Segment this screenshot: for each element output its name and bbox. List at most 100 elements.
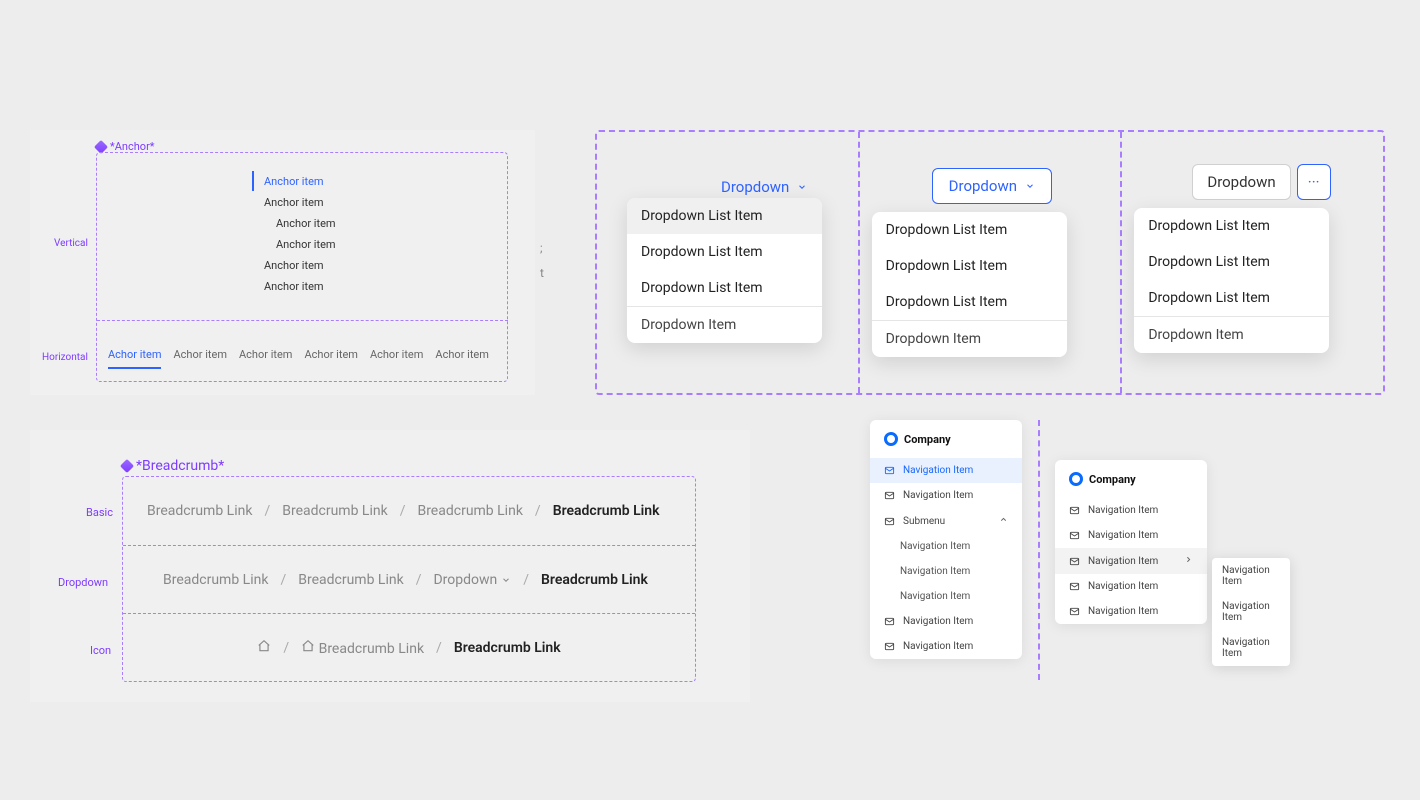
navigation-item[interactable]: Navigation Item — [1055, 498, 1207, 523]
brand-icon — [1069, 472, 1083, 486]
navigation-item[interactable]: Navigation Item — [1055, 548, 1207, 574]
breadcrumb-dropdown[interactable]: Dropdown — [433, 572, 511, 588]
navigation-item-label: Navigation Item — [1088, 556, 1158, 567]
anchor-vertical-item[interactable]: Anchor item — [252, 255, 336, 275]
anchor-vertical-item[interactable]: Anchor item — [252, 192, 336, 212]
navigation-brand[interactable]: Company — [870, 420, 1022, 458]
anchor-vertical-item[interactable]: Anchor item — [252, 171, 336, 191]
mail-icon — [884, 490, 895, 501]
dropdown-menu-item[interactable]: Dropdown List Item — [1134, 244, 1329, 280]
anchor-horizontal-item[interactable]: Achor item — [435, 348, 488, 369]
breadcrumb-link[interactable]: Breadcrumb Link — [163, 572, 268, 588]
home-icon — [301, 639, 315, 653]
breadcrumb-separator: / — [280, 572, 286, 588]
breadcrumb-separator: / — [535, 503, 541, 519]
breadcrumb-home[interactable] — [257, 639, 271, 657]
dropdown-trigger-more[interactable]: ··· — [1297, 164, 1331, 200]
breadcrumb-current: Breadcrumb Link — [541, 572, 648, 588]
dropdown-menu-item[interactable]: Dropdown List Item — [1134, 208, 1329, 244]
dropdown-cell-outline: Dropdown Dropdown List ItemDropdown List… — [860, 132, 1123, 393]
dropdown-menu-item[interactable]: Dropdown List Item — [627, 270, 822, 306]
anchor-vertical-item[interactable]: Anchor item — [252, 213, 336, 233]
breadcrumb-separator: / — [264, 503, 270, 519]
dropdown-trigger-text[interactable]: Dropdown — [721, 178, 807, 196]
navigation-flyout-item[interactable]: Navigation Item — [1212, 594, 1290, 630]
chevron-up-icon — [999, 515, 1008, 527]
navigation-flyout-item[interactable]: Navigation Item — [1212, 630, 1290, 666]
navigation-item[interactable]: Navigation Item — [870, 634, 1022, 659]
anchor-horizontal-item[interactable]: Achor item — [173, 348, 226, 369]
chevron-down-icon — [1025, 181, 1035, 191]
navigation-items: Navigation Item Navigation Item Navigation… — [1055, 498, 1207, 624]
component-icon — [120, 459, 134, 473]
navigation-item[interactable]: Navigation Item — [870, 483, 1022, 508]
dropdown-cell-split: Dropdown ··· Dropdown List ItemDropdown … — [1122, 132, 1383, 393]
breadcrumb-panel: *Breadcrumb* Basic Dropdown Icon Breadcr… — [30, 430, 750, 702]
dropdown-menu-footer-item[interactable]: Dropdown Item — [627, 307, 822, 343]
breadcrumb-link[interactable]: Breadcrumb Link — [298, 572, 403, 588]
ghost-char-1: ; — [540, 241, 543, 255]
breadcrumb-link[interactable]: Breadcrumb Link — [147, 503, 252, 519]
breadcrumb-row-icon: / Breadcrumb Link/Breadcrumb Link — [123, 613, 695, 681]
navigation-item-label: Navigation Item — [903, 641, 973, 652]
dropdown-menu-item[interactable]: Dropdown List Item — [627, 234, 822, 270]
mail-icon — [1069, 606, 1080, 617]
navigation-item-label: Navigation Item — [903, 490, 973, 501]
home-icon — [257, 639, 271, 653]
dropdown-menu-item[interactable]: Dropdown List Item — [627, 198, 822, 234]
breadcrumb-link[interactable]: Breadcrumb Link — [282, 503, 387, 519]
chevron-down-icon — [501, 575, 511, 585]
dropdown-menu-item[interactable]: Dropdown List Item — [1134, 280, 1329, 316]
navigation-item-label: Navigation Item — [1088, 530, 1158, 541]
breadcrumb-link[interactable]: Breadcrumb Link — [417, 503, 522, 519]
breadcrumb-link[interactable]: Breadcrumb Link — [301, 639, 424, 657]
breadcrumb-row-label-dropdown: Dropdown — [58, 576, 108, 589]
anchor-vertical-item[interactable]: Anchor item — [252, 234, 336, 254]
navigation-item[interactable]: Navigation Item — [1055, 523, 1207, 548]
anchor-vertical-item[interactable]: Anchor item — [252, 276, 336, 296]
navigation-subitem[interactable]: Navigation Item — [870, 584, 1022, 609]
navigation-item[interactable]: Navigation Item — [870, 458, 1022, 483]
dropdown-trigger-label: Dropdown — [721, 178, 789, 196]
breadcrumb-current: Breadcrumb Link — [454, 640, 561, 656]
mail-icon — [884, 641, 895, 652]
dropdown-menu-footer-item[interactable]: Dropdown Item — [1134, 317, 1329, 353]
dropdown-menu-item[interactable]: Dropdown List Item — [872, 248, 1067, 284]
mail-icon — [1069, 581, 1080, 592]
navigation-item[interactable]: Navigation Item — [870, 609, 1022, 634]
brand-name: Company — [904, 433, 951, 446]
anchor-horizontal-label: Horizontal — [42, 352, 88, 363]
navigation-subitem[interactable]: Navigation Item — [870, 534, 1022, 559]
navigation-card-flyout: Company Navigation ItemNavigation ItemNa… — [1055, 460, 1207, 624]
navigation-item[interactable]: Submenu — [870, 508, 1022, 534]
dropdown-menu: Dropdown List ItemDropdown List ItemDrop… — [1134, 208, 1329, 353]
dropdown-menu-item[interactable]: Dropdown List Item — [872, 284, 1067, 320]
dropdown-menu-footer-item[interactable]: Dropdown Item — [872, 321, 1067, 357]
breadcrumb-row-basic: Breadcrumb Link / Breadcrumb Link / Breadcru… — [123, 477, 695, 545]
anchor-horizontal-item[interactable]: Achor item — [304, 348, 357, 369]
navigation-flyout-popup: Navigation ItemNavigation ItemNavigation… — [1212, 558, 1290, 666]
navigation-flyout-item[interactable]: Navigation Item — [1212, 558, 1290, 594]
navigation-item-label: Submenu — [903, 516, 945, 527]
anchor-vertical-list: Anchor itemAnchor itemAnchor itemAnchor … — [252, 170, 336, 297]
navigation-item-label: Navigation Item — [903, 465, 973, 476]
dropdown-trigger-main[interactable]: Dropdown — [1192, 164, 1290, 200]
navigation-item-label: Navigation Item — [1088, 505, 1158, 516]
dropdown-trigger-label: Dropdown — [1207, 173, 1275, 191]
navigation-item[interactable]: Navigation Item — [1055, 574, 1207, 599]
anchor-horizontal-item[interactable]: Achor item — [239, 348, 292, 369]
dropdown-trigger-outline[interactable]: Dropdown — [932, 168, 1052, 204]
anchor-horizontal-item[interactable]: Achor item — [370, 348, 423, 369]
breadcrumb-separator: / — [416, 572, 422, 588]
navigation-brand[interactable]: Company — [1055, 460, 1207, 498]
dropdown-cell-text: Dropdown Dropdown List ItemDropdown List… — [597, 132, 860, 393]
anchor-horizontal-item[interactable]: Achor item — [108, 348, 161, 369]
navigation-item[interactable]: Navigation Item — [1055, 599, 1207, 624]
chevron-right-icon — [1184, 555, 1193, 567]
dropdowns-panel: Dropdown Dropdown List ItemDropdown List… — [595, 130, 1385, 395]
navigation-item-label: Navigation Item — [1088, 606, 1158, 617]
dropdown-menu-item[interactable]: Dropdown List Item — [872, 212, 1067, 248]
dropdown-menu: Dropdown List ItemDropdown List ItemDrop… — [872, 212, 1067, 357]
navigation-item-label: Navigation Item — [1088, 581, 1158, 592]
navigation-subitem[interactable]: Navigation Item — [870, 559, 1022, 584]
